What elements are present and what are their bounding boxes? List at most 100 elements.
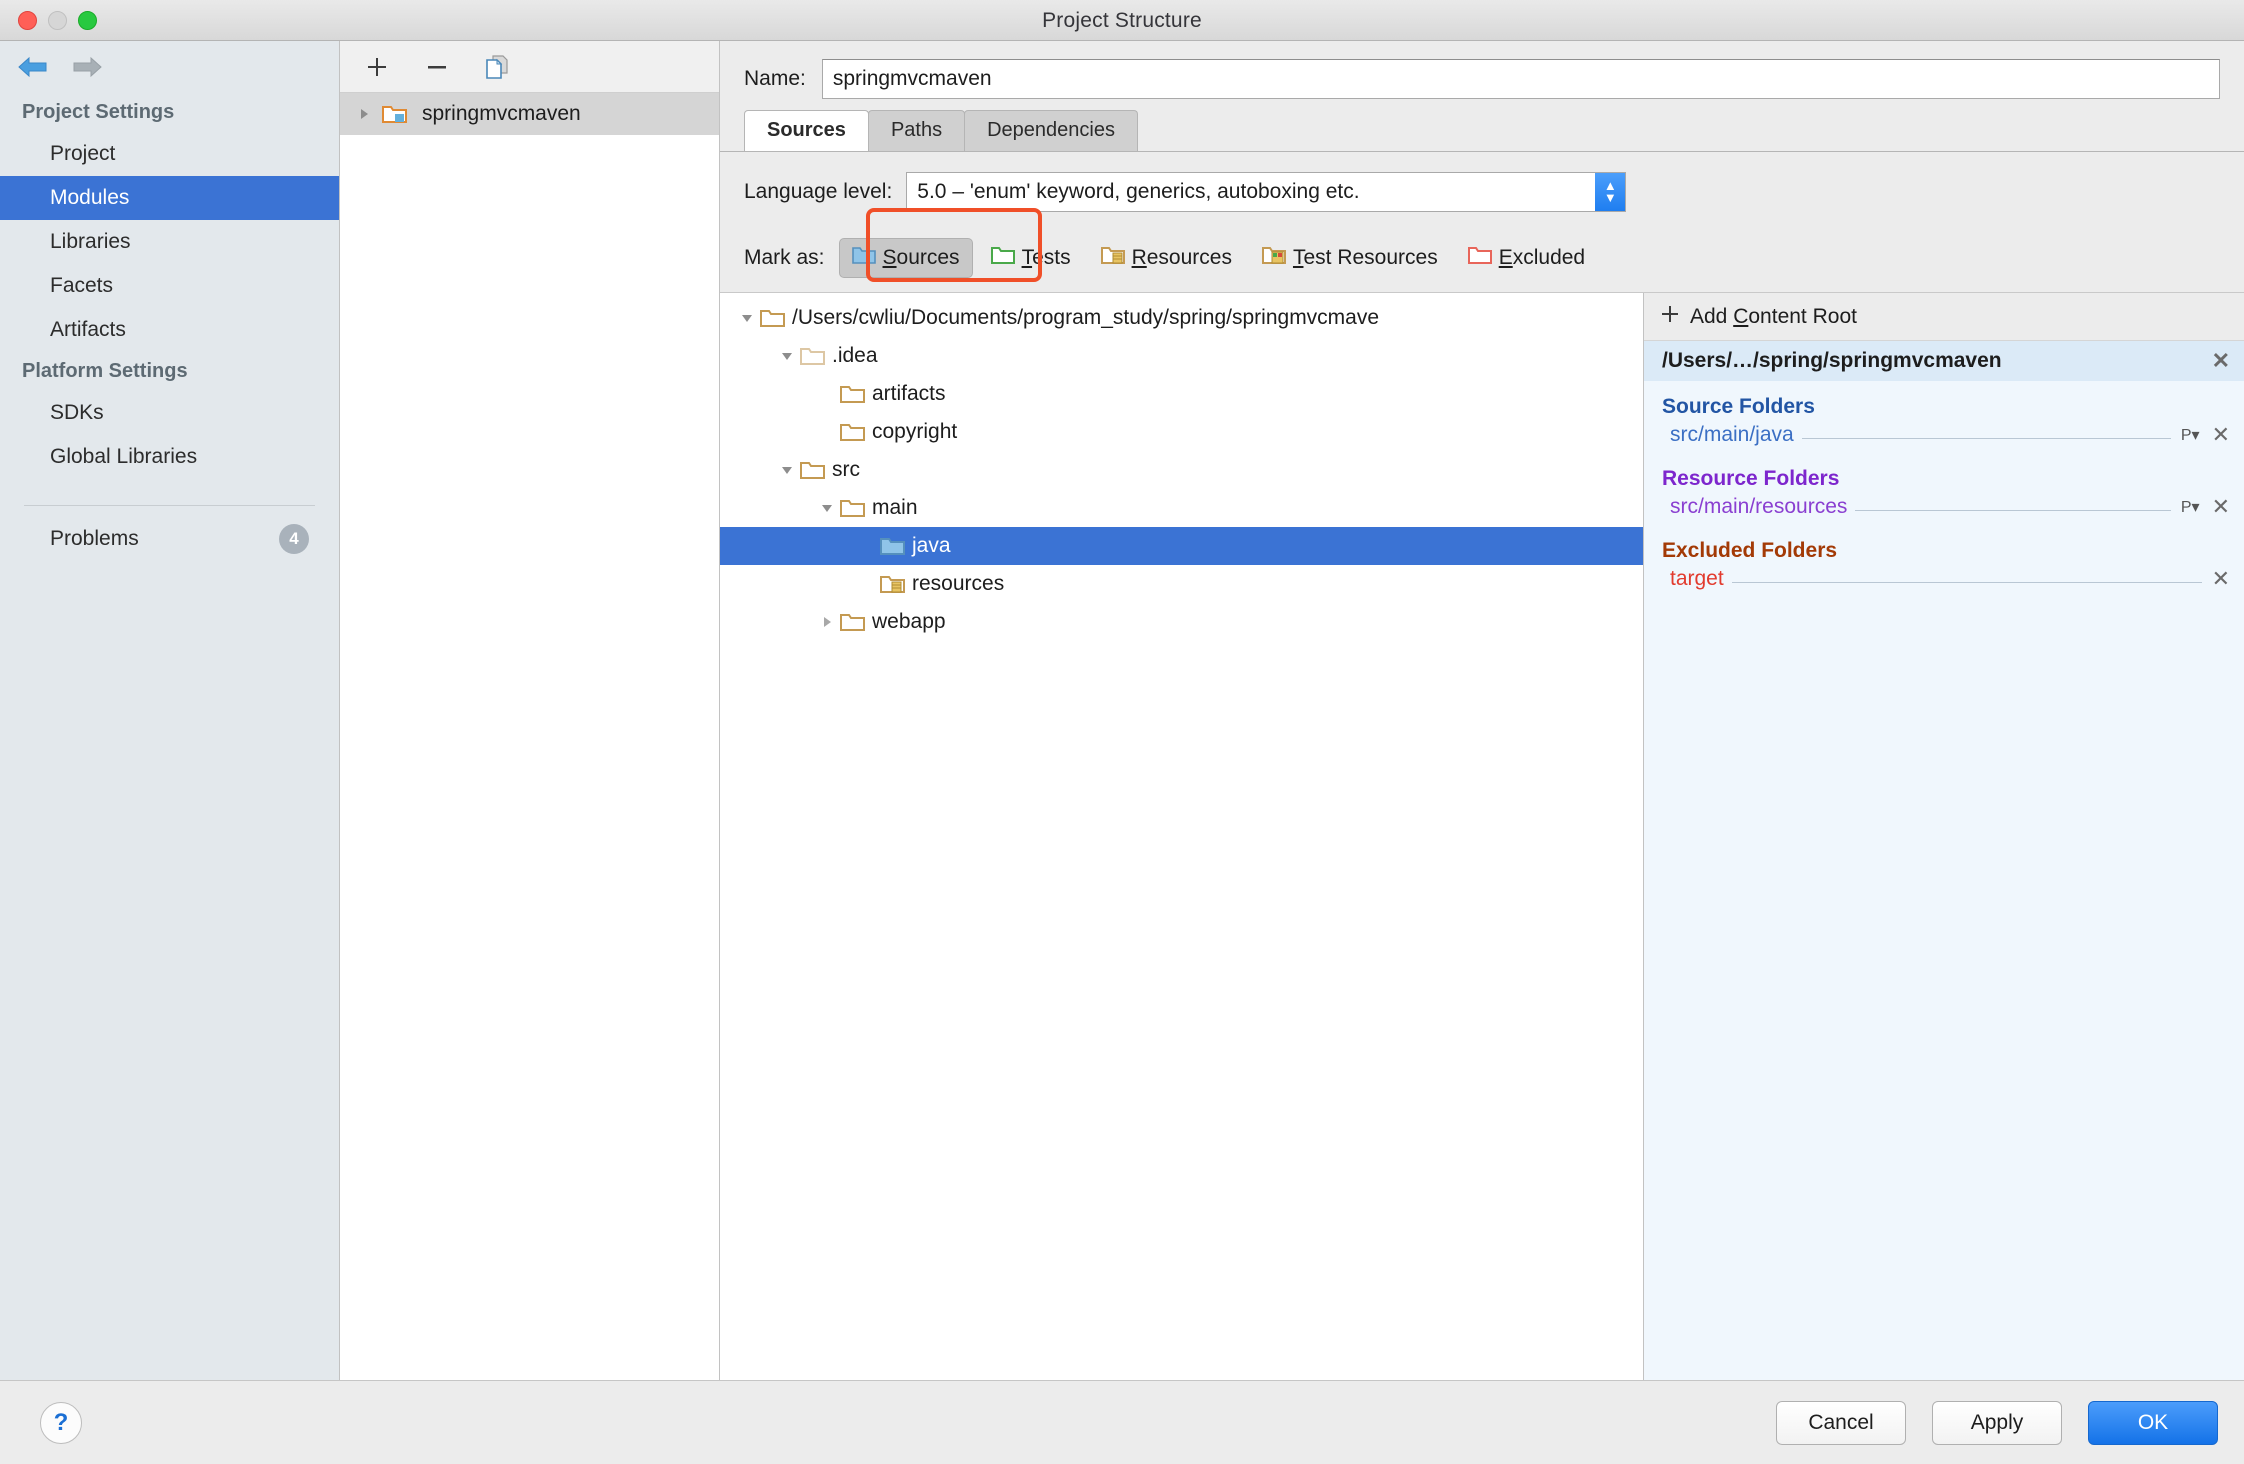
stepper-icon[interactable]: ▲ ▼ [1595,173,1626,211]
arrow-right-icon[interactable] [70,54,104,80]
folder-icon [800,345,826,367]
close-icon[interactable]: ✕ [2212,568,2230,590]
chevron-down-icon[interactable] [774,349,800,363]
window-title: Project Structure [1042,9,1202,32]
mnemonic-e: E [1498,246,1513,269]
table-row[interactable]: /Users/cwliu/Documents/program_study/spr… [720,299,1643,337]
source-folder-icon [880,535,906,557]
mark-as-resources-text: esources [1146,246,1232,269]
module-name-row: Name: springmvcmaven [720,41,2244,109]
close-icon[interactable]: ✕ [2212,424,2230,446]
table-row[interactable]: resources [720,565,1643,603]
chevron-right-icon[interactable] [354,107,374,121]
sidebar-item-libraries[interactable]: Libraries [0,220,339,264]
window-body: Project Settings Project Modules Librari… [0,41,2244,1380]
mark-as-sources-button[interactable]: Sources [838,238,973,278]
plus-icon [1660,304,1680,330]
mark-as-tests-button[interactable]: Tests [979,239,1083,277]
tree-label-webapp: webapp [872,610,946,633]
project-structure-window: Project Structure Project Settings Proje… [0,0,2244,1464]
resource-folder-entry[interactable]: src/main/resources P▾ ✕ [1644,493,2244,525]
test-resource-folder-icon [1261,245,1286,271]
sidebar-item-global-libraries[interactable]: Global Libraries [0,435,339,479]
list-item[interactable]: springmvcmaven [340,93,719,135]
plus-icon[interactable] [360,50,394,84]
tree-label-src: src [832,458,860,481]
table-row[interactable]: copyright [720,413,1643,451]
content-root-tree[interactable]: /Users/cwliu/Documents/program_study/spr… [720,293,1644,1380]
sidebar-nav [0,41,339,93]
mark-as-sources-label: Sources [883,246,960,270]
close-icon[interactable]: ✕ [2212,496,2230,518]
sidebar-group-project-settings: Project Settings [22,101,175,123]
sidebar-item-problems[interactable]: Problems 4 [0,518,339,560]
table-row[interactable]: .idea [720,337,1643,375]
sidebar-item-facets[interactable]: Facets [0,264,339,308]
excluded-folder-entry[interactable]: target ✕ [1644,565,2244,597]
mark-as-test-resources-text: est Resources [1303,246,1438,269]
close-window-button[interactable] [18,11,37,30]
chevron-down-icon[interactable] [734,311,760,325]
package-prefix-label: P [2180,499,2192,516]
cancel-button[interactable]: Cancel [1776,1400,1906,1445]
table-row[interactable]: artifacts [720,375,1643,413]
mnemonic-s: S [882,246,897,269]
mark-as-excluded-text: xcluded [1512,246,1586,269]
package-prefix-button[interactable]: P▾ [2181,497,2200,517]
table-row[interactable]: src [720,451,1643,489]
package-prefix-button[interactable]: P▾ [2181,425,2200,445]
minimize-window-button[interactable] [48,11,67,30]
tab-sources[interactable]: Sources [744,110,869,151]
mnemonic-c: C [1733,304,1749,328]
close-icon[interactable]: ✕ [2212,350,2230,372]
sources-tab-content: Language level: 5.0 – 'enum' keyword, ge… [720,151,2244,1380]
chevron-down-icon[interactable] [774,463,800,477]
dialog-buttons: Cancel Apply OK [1776,1400,2218,1445]
ok-button[interactable]: OK [2088,1400,2218,1445]
source-folders-title: Source Folders [1662,395,1815,418]
folder-icon [840,611,866,633]
entry-underline [1731,569,2202,583]
mark-as-tests-text: ests [1032,246,1071,269]
sidebar-item-modules[interactable]: Modules [0,176,339,220]
blue-folder-icon [851,245,876,271]
source-folder-entry[interactable]: src/main/java P▾ ✕ [1644,421,2244,453]
table-row[interactable]: java [720,527,1643,565]
minus-icon[interactable] [420,50,454,84]
language-level-row: Language level: 5.0 – 'enum' keyword, ge… [720,152,2244,220]
mark-as-test-resources-button[interactable]: Test Resources [1250,239,1450,277]
help-button[interactable]: ? [40,1401,82,1444]
module-detail-panel: Name: springmvcmaven Sources Paths Depen… [720,41,2244,1380]
language-level-label: Language level: [744,180,893,203]
language-level-select[interactable]: 5.0 – 'enum' keyword, generics, autoboxi… [906,172,1627,212]
zoom-window-button[interactable] [78,11,97,30]
copy-icon[interactable] [480,50,514,84]
table-row[interactable]: main [720,489,1643,527]
green-folder-icon [990,245,1015,271]
table-row[interactable]: webapp [720,603,1643,641]
mark-as-tests-label: Tests [1022,246,1071,270]
sidebar-item-artifacts[interactable]: Artifacts [0,308,339,352]
tree-label-root: /Users/cwliu/Documents/program_study/spr… [792,306,1380,329]
chevron-down-icon[interactable] [814,501,840,515]
apply-button[interactable]: Apply [1932,1400,2062,1445]
chevron-down-icon: ▾ [2191,499,2200,516]
tab-dependencies[interactable]: Dependencies [964,110,1138,151]
module-name-input[interactable]: springmvcmaven [821,59,2220,99]
mark-as-excluded-button[interactable]: Excluded [1456,239,1597,277]
sidebar-item-project[interactable]: Project [0,132,339,176]
folder-icon [840,383,866,405]
mark-as-excluded-label: Excluded [1499,246,1585,270]
tab-paths[interactable]: Paths [867,110,966,151]
chevron-down-icon: ▾ [2191,427,2200,444]
detail-tabs: Sources Paths Dependencies [720,109,2244,151]
arrow-left-icon[interactable] [16,54,50,80]
add-content-root-button[interactable]: Add Content Root [1644,293,2244,341]
sidebar-divider [24,505,315,506]
resource-folder-icon [880,573,906,595]
sidebar-item-sdks[interactable]: SDKs [0,391,339,435]
mark-as-resources-button[interactable]: Resources [1089,239,1244,277]
problems-label: Problems [50,527,139,550]
chevron-right-icon[interactable] [814,615,840,629]
mark-as-resources-label: Resources [1132,246,1232,270]
